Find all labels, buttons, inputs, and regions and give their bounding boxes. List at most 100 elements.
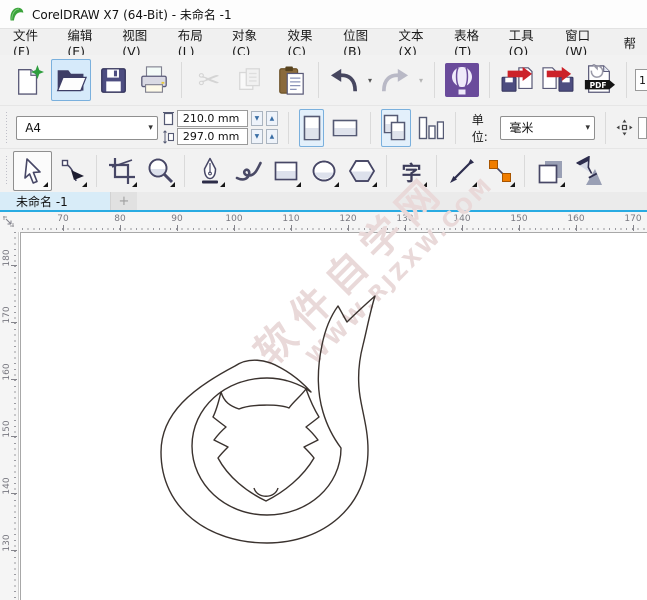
- save-button[interactable]: [94, 60, 132, 100]
- magnifier-icon: [146, 157, 174, 185]
- tool-zoom[interactable]: [141, 152, 178, 190]
- page-height-icon: [163, 130, 174, 144]
- tool-shape[interactable]: [53, 152, 90, 190]
- corel-connect-button[interactable]: [443, 60, 481, 100]
- import-button[interactable]: [498, 60, 536, 100]
- redo-button[interactable]: [378, 60, 412, 100]
- fox-logo-drawing[interactable]: [141, 270, 441, 570]
- toolbox-separator: [386, 155, 387, 187]
- vertical-ruler[interactable]: 180170160150140130: [0, 232, 19, 600]
- cut-button[interactable]: ✂: [190, 60, 228, 100]
- ruler-major-tick: [576, 225, 577, 231]
- tool-crop[interactable]: [103, 152, 140, 190]
- ruler-label: 80: [114, 214, 125, 224]
- crop-icon: [108, 157, 136, 185]
- page-height-field[interactable]: 297.0 mm: [177, 128, 248, 145]
- width-spin-up[interactable]: ▲: [266, 111, 278, 126]
- redo-dropdown-caret[interactable]: ▾: [416, 76, 426, 85]
- toolbar-grip[interactable]: [4, 112, 8, 142]
- ruler-minor-ticks: [14, 232, 16, 600]
- publish-pdf-button[interactable]: PDF: [580, 60, 618, 100]
- ruler-label: 180: [2, 248, 12, 268]
- toolbar-separator: [288, 112, 289, 144]
- ruler-major-tick: [177, 225, 178, 231]
- new-tab-button[interactable]: +: [110, 192, 137, 210]
- tool-pick[interactable]: [13, 151, 52, 191]
- zoom-level-box[interactable]: 1: [635, 69, 647, 91]
- tool-drop-shadow[interactable]: [531, 152, 568, 190]
- toolbox-separator: [96, 155, 97, 187]
- app-logo-icon: [8, 6, 25, 23]
- toolbar-separator: [318, 62, 319, 98]
- units-select[interactable]: 毫米 ▾: [500, 116, 595, 140]
- height-spin-down[interactable]: ▼: [251, 129, 263, 144]
- copy-button[interactable]: [231, 60, 269, 100]
- paste-button[interactable]: [272, 60, 310, 100]
- swirl-icon: [234, 157, 262, 185]
- all-pages-same-size-button[interactable]: [381, 109, 412, 147]
- page-width-icon: [163, 112, 174, 126]
- undo-dropdown-caret[interactable]: ▾: [365, 76, 375, 85]
- ruler-label: 160: [567, 214, 584, 224]
- ruler-major-tick: [633, 225, 634, 231]
- ruler-label: 170: [624, 214, 641, 224]
- connector-icon: [486, 157, 514, 185]
- standard-toolbar: ✂ ▾ ▾: [0, 55, 647, 105]
- document-tab-label: 未命名 -1: [16, 193, 68, 210]
- ruler-origin-icon[interactable]: [2, 215, 15, 228]
- height-spin-up[interactable]: ▲: [266, 129, 278, 144]
- tool-polygon[interactable]: [343, 152, 380, 190]
- text-tool-glyph: 字: [402, 157, 422, 186]
- window-title: CorelDRAW X7 (64-Bit) - 未命名 -1: [32, 6, 232, 23]
- pdf-label: PDF: [590, 81, 607, 90]
- ruler-label: 70: [57, 214, 68, 224]
- ruler-label: 120: [339, 214, 356, 224]
- ruler-major-tick: [63, 225, 64, 231]
- page-width-field[interactable]: 210.0 mm: [177, 110, 248, 127]
- ellipse-icon: [310, 157, 338, 185]
- tool-dimension[interactable]: [443, 152, 480, 190]
- tool-ellipse[interactable]: [305, 152, 342, 190]
- ruler-label: 150: [2, 419, 12, 439]
- tool-pen[interactable]: [191, 152, 228, 190]
- nudge-distance-icon: [616, 119, 633, 136]
- transparency-glass-icon: [573, 156, 603, 186]
- tool-rectangle[interactable]: [267, 152, 304, 190]
- nudge-distance-field[interactable]: [638, 117, 647, 139]
- portrait-orientation-button[interactable]: [299, 109, 325, 147]
- tool-connector[interactable]: [481, 152, 518, 190]
- zoom-level-value: 1: [639, 74, 646, 87]
- ruler-major-tick: [234, 225, 235, 231]
- per-page-size-button[interactable]: [416, 110, 445, 146]
- tool-transparency[interactable]: [569, 152, 606, 190]
- open-button[interactable]: [51, 59, 91, 101]
- menu-bar: 文件(F)编辑(E)视图(V)布局(L)对象(C)效果(C)位图(B)文本(X)…: [0, 29, 647, 55]
- toolbar-grip[interactable]: [4, 156, 9, 187]
- ruler-label: 140: [453, 214, 470, 224]
- print-button[interactable]: [135, 60, 173, 100]
- export-button[interactable]: [539, 60, 577, 100]
- width-spin-down[interactable]: ▼: [251, 111, 263, 126]
- ruler-label: 140: [2, 476, 12, 496]
- ruler-major-tick: [405, 225, 406, 231]
- pen-nib-icon: [197, 157, 223, 185]
- toolbar-separator: [489, 62, 490, 98]
- ruler-major-tick: [120, 225, 121, 231]
- page-size-preset-select[interactable]: A4 ▾: [16, 116, 158, 140]
- menu-item-11[interactable]: 帮: [612, 29, 647, 56]
- units-value: 毫米: [509, 119, 533, 136]
- property-bar: A4 ▾ 210.0 mm ▼ ▲ 297.0 mm ▼ ▲: [0, 105, 647, 149]
- chevron-down-icon: ▾: [579, 123, 590, 133]
- landscape-orientation-button[interactable]: [329, 110, 359, 146]
- new-document-button[interactable]: [10, 60, 48, 100]
- ruler-major-tick: [348, 225, 349, 231]
- drawing-canvas[interactable]: 软件自学网 WWW.RJZXW.COM: [19, 232, 647, 600]
- tool-text[interactable]: 字: [393, 152, 430, 190]
- undo-button[interactable]: [327, 60, 361, 100]
- ruler-major-tick: [519, 225, 520, 231]
- document-tab-active[interactable]: 未命名 -1: [0, 192, 110, 210]
- tool-artistic-media[interactable]: [229, 152, 266, 190]
- horizontal-ruler[interactable]: 708090100110120130140150160170: [0, 212, 647, 233]
- dimension-arrow-icon: [448, 157, 476, 185]
- toolbar-separator: [626, 62, 627, 98]
